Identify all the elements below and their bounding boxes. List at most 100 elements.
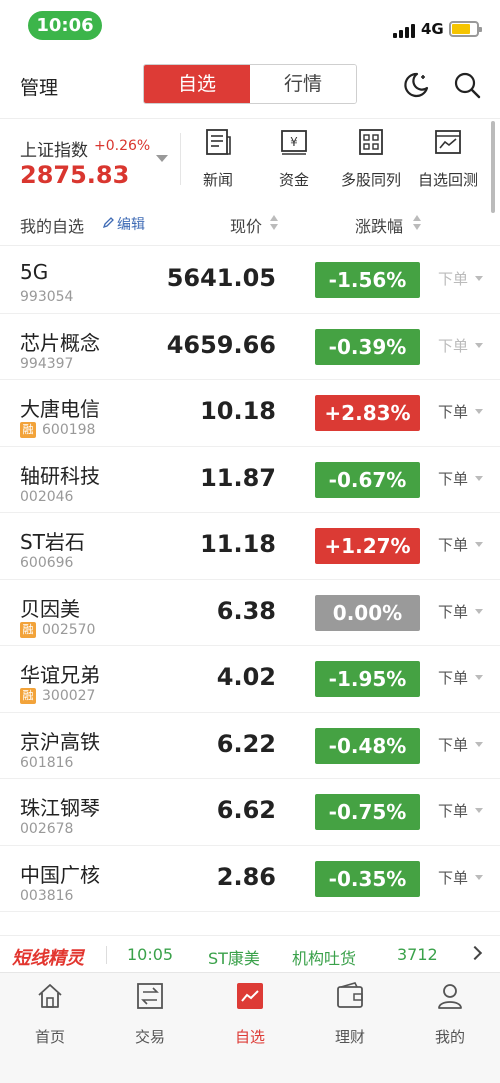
tab-market[interactable]: 行情 xyxy=(250,65,356,103)
stock-name: ST岩石 xyxy=(20,530,85,554)
stock-code-wrap: 600696 xyxy=(20,555,73,571)
change-sort-icon[interactable] xyxy=(413,214,421,232)
stock-price: 4.02 xyxy=(216,663,276,691)
caret-down-icon[interactable] xyxy=(475,741,483,747)
home-icon xyxy=(38,984,62,1008)
svg-text:¥: ¥ xyxy=(290,135,298,149)
order-button[interactable]: 下单 xyxy=(438,867,468,888)
stock-row[interactable]: 芯片概念 994397 4659.66 -0.39% 下单 xyxy=(0,314,500,380)
change-badge[interactable]: +1.27% xyxy=(315,528,420,564)
tab-trade[interactable]: 交易 xyxy=(100,981,200,1047)
tab-home[interactable]: 首页 xyxy=(0,981,100,1047)
ticker-stock: ST康美 xyxy=(208,949,260,968)
stock-name: 5G xyxy=(20,260,49,284)
quick-multi[interactable]: 多股同列 xyxy=(331,127,411,190)
quick-fund-label: 资金 xyxy=(278,171,309,189)
stock-row[interactable]: 轴研科技 002046 11.87 -0.67% 下单 xyxy=(0,447,500,513)
stock-code: 002046 xyxy=(20,488,74,505)
manage-button[interactable]: 管理 xyxy=(20,73,58,100)
order-button[interactable]: 下单 xyxy=(438,667,468,688)
stock-code: 600198 xyxy=(42,422,96,438)
stock-price: 2.86 xyxy=(216,862,276,891)
change-badge[interactable]: -1.56% xyxy=(315,262,420,298)
night-mode-icon[interactable] xyxy=(402,71,430,99)
index-summary[interactable]: 上证指数 +0.26% 2875.83 新闻 ¥ 资金 多股同列 自选回测 xyxy=(0,118,500,200)
battery-icon xyxy=(449,21,482,37)
caret-down-icon[interactable] xyxy=(475,409,483,414)
stock-row[interactable]: 华谊兄弟融 300027 4.02 -1.95% 下单 xyxy=(0,646,500,713)
stock-code: 002678 xyxy=(20,821,74,837)
change-badge[interactable]: -0.67% xyxy=(315,461,420,498)
order-button[interactable]: 下单 xyxy=(438,401,468,422)
change-badge[interactable]: 0.00% xyxy=(315,594,420,631)
stock-name: 华谊兄弟 xyxy=(20,663,100,687)
tab-watchlist[interactable]: 自选 xyxy=(144,65,250,103)
stock-name: 大唐电信 xyxy=(20,397,100,421)
tab-me[interactable]: 我的 xyxy=(400,981,500,1047)
caret-down-icon[interactable] xyxy=(475,874,483,880)
stock-code: 994397 xyxy=(20,355,74,372)
order-button[interactable]: 下单 xyxy=(438,335,468,356)
price-column-header[interactable]: 现价 xyxy=(230,213,262,237)
margin-badge: 融 xyxy=(20,621,36,638)
caret-down-icon[interactable] xyxy=(475,475,483,481)
order-button[interactable]: 下单 xyxy=(438,734,468,755)
trade-icon xyxy=(137,983,163,1009)
caret-down-icon[interactable] xyxy=(475,608,483,614)
order-button[interactable]: 下单 xyxy=(438,800,468,821)
pencil-icon[interactable] xyxy=(102,216,115,229)
change-column-header[interactable]: 涨跌幅 xyxy=(355,213,403,237)
stock-code-wrap: 002678 xyxy=(20,821,73,837)
quick-fund[interactable]: ¥ 资金 xyxy=(254,127,334,190)
tab-watchlist-label: 自选 xyxy=(234,1028,265,1046)
change-badge[interactable]: -0.75% xyxy=(315,794,420,830)
stock-code: 600696 xyxy=(20,555,74,571)
margin-badge: 融 xyxy=(20,422,36,438)
stock-name: 珠江钢琴 xyxy=(20,796,100,820)
price-sort-icon[interactable] xyxy=(270,214,278,232)
stock-code-wrap: 601816 xyxy=(20,755,73,771)
stock-name: 中国广核 xyxy=(20,862,100,887)
stock-name: 贝因美 xyxy=(20,596,80,621)
profile-icon xyxy=(438,984,462,1009)
caret-down-icon[interactable] xyxy=(475,808,483,813)
chevron-right-icon[interactable] xyxy=(467,945,483,961)
change-badge[interactable]: -0.48% xyxy=(315,727,420,764)
stock-row[interactable]: 珠江钢琴 002678 6.62 -0.75% 下单 xyxy=(0,779,500,846)
quick-news-label: 新闻 xyxy=(202,171,233,189)
order-button[interactable]: 下单 xyxy=(438,601,468,622)
order-button[interactable]: 下单 xyxy=(438,268,468,289)
stock-row[interactable]: 贝因美融 002570 6.38 0.00% 下单 xyxy=(0,580,500,646)
quick-backtest[interactable]: 自选回测 xyxy=(408,127,488,190)
backtest-icon xyxy=(435,130,461,154)
stock-name: 轴研科技 xyxy=(20,463,100,488)
stock-row[interactable]: 5G 993054 5641.05 -1.56% 下单 xyxy=(0,247,500,314)
grid-icon xyxy=(359,129,383,155)
change-badge[interactable]: -0.39% xyxy=(315,328,420,365)
tab-watchlist-bottom[interactable]: 自选 xyxy=(200,981,300,1047)
stock-row[interactable]: ST岩石 600696 11.18 +1.27% 下单 xyxy=(0,513,500,580)
change-badge[interactable]: +2.83% xyxy=(315,395,420,431)
stock-row[interactable]: 大唐电信融 600198 10.18 +2.83% 下单 xyxy=(0,380,500,447)
caret-down-icon[interactable] xyxy=(475,342,483,348)
stock-row[interactable]: 京沪高铁 601816 6.22 -0.48% 下单 xyxy=(0,713,500,779)
stock-name: 芯片概念 xyxy=(20,330,100,355)
quick-news[interactable]: 新闻 xyxy=(178,127,258,190)
change-badge[interactable]: -1.95% xyxy=(315,661,420,697)
change-badge[interactable]: -0.35% xyxy=(315,860,420,897)
search-icon[interactable] xyxy=(453,71,481,99)
ticker-time: 10:05 xyxy=(127,945,174,964)
short-term-ticker[interactable]: 短线精灵 10:05 ST康美 机构吐货 3712 xyxy=(0,935,500,973)
stock-row[interactable]: 中国广核 003816 2.86 -0.35% 下单 xyxy=(0,846,500,912)
tab-wealth[interactable]: 理财 xyxy=(300,981,400,1047)
order-button[interactable]: 下单 xyxy=(438,468,468,489)
stock-code-wrap: 002046 xyxy=(20,489,73,505)
caret-down-icon[interactable] xyxy=(475,542,483,547)
order-button[interactable]: 下单 xyxy=(438,534,468,555)
stock-code: 993054 xyxy=(20,289,74,305)
index-dropdown-icon[interactable] xyxy=(156,155,168,162)
caret-down-icon[interactable] xyxy=(475,675,483,680)
edit-button[interactable]: 编辑 xyxy=(117,214,145,234)
segmented-control: 自选 行情 xyxy=(143,64,357,104)
caret-down-icon[interactable] xyxy=(475,276,483,281)
